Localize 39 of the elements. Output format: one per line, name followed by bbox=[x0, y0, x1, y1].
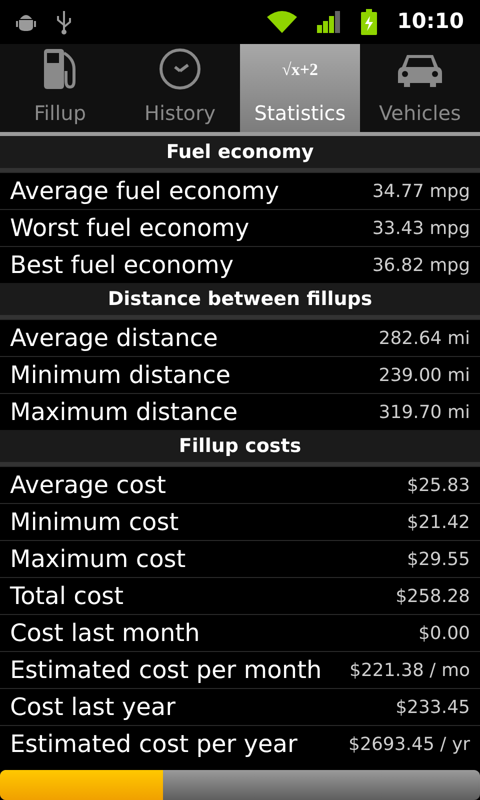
section-title: Fillup costs bbox=[178, 434, 302, 459]
stat-value: 33.43 mpg bbox=[372, 216, 470, 240]
stat-label: Maximum cost bbox=[10, 544, 186, 575]
stat-value: 239.00 mi bbox=[378, 364, 470, 388]
stat-label: Cost last month bbox=[10, 618, 200, 649]
stat-value: 36.82 mpg bbox=[372, 254, 470, 278]
stat-value: 34.77 mpg bbox=[372, 180, 470, 204]
signal-icon bbox=[317, 11, 342, 33]
stat-label: Estimated cost per year bbox=[10, 729, 298, 760]
stat-label: Maximum distance bbox=[10, 397, 238, 428]
stat-label: Cost last year bbox=[10, 692, 176, 723]
section-title: Fuel economy bbox=[166, 140, 314, 165]
tab[interactable]: √x+2 Statistics bbox=[240, 44, 360, 132]
stat-value: $258.28 bbox=[396, 584, 470, 608]
stat-value: 282.64 mi bbox=[378, 326, 470, 350]
stat-value: $25.83 bbox=[407, 474, 470, 498]
usb-icon bbox=[56, 9, 72, 35]
clock-time: 10:10 bbox=[397, 8, 464, 36]
stat-label: Minimum cost bbox=[10, 507, 179, 538]
battery-icon bbox=[361, 9, 378, 35]
clock-icon bbox=[158, 47, 202, 91]
stat-value: $2693.45 / yr bbox=[348, 732, 470, 756]
stat-label: Average fuel economy bbox=[10, 176, 280, 207]
stat-value: $0.00 bbox=[418, 622, 470, 646]
wifi-icon bbox=[267, 11, 298, 33]
stat-label: Worst fuel economy bbox=[10, 213, 250, 244]
stat-label: Average cost bbox=[10, 470, 166, 501]
formula-icon: √x+2 bbox=[282, 60, 318, 78]
stat-label: Average distance bbox=[10, 323, 218, 354]
stat-value: $21.42 bbox=[407, 510, 470, 534]
stat-label: Total cost bbox=[10, 581, 124, 612]
stat-value: $221.38 / mo bbox=[350, 658, 470, 682]
stat-label: Best fuel economy bbox=[10, 250, 234, 281]
section-title: Distance between fillups bbox=[108, 286, 372, 312]
stat-label: Minimum distance bbox=[10, 360, 231, 391]
stat-value: $233.45 bbox=[396, 696, 470, 720]
stat-value: $29.55 bbox=[407, 548, 470, 572]
stat-label: Estimated cost per month bbox=[10, 655, 322, 686]
stat-value: 319.70 mi bbox=[378, 400, 470, 424]
